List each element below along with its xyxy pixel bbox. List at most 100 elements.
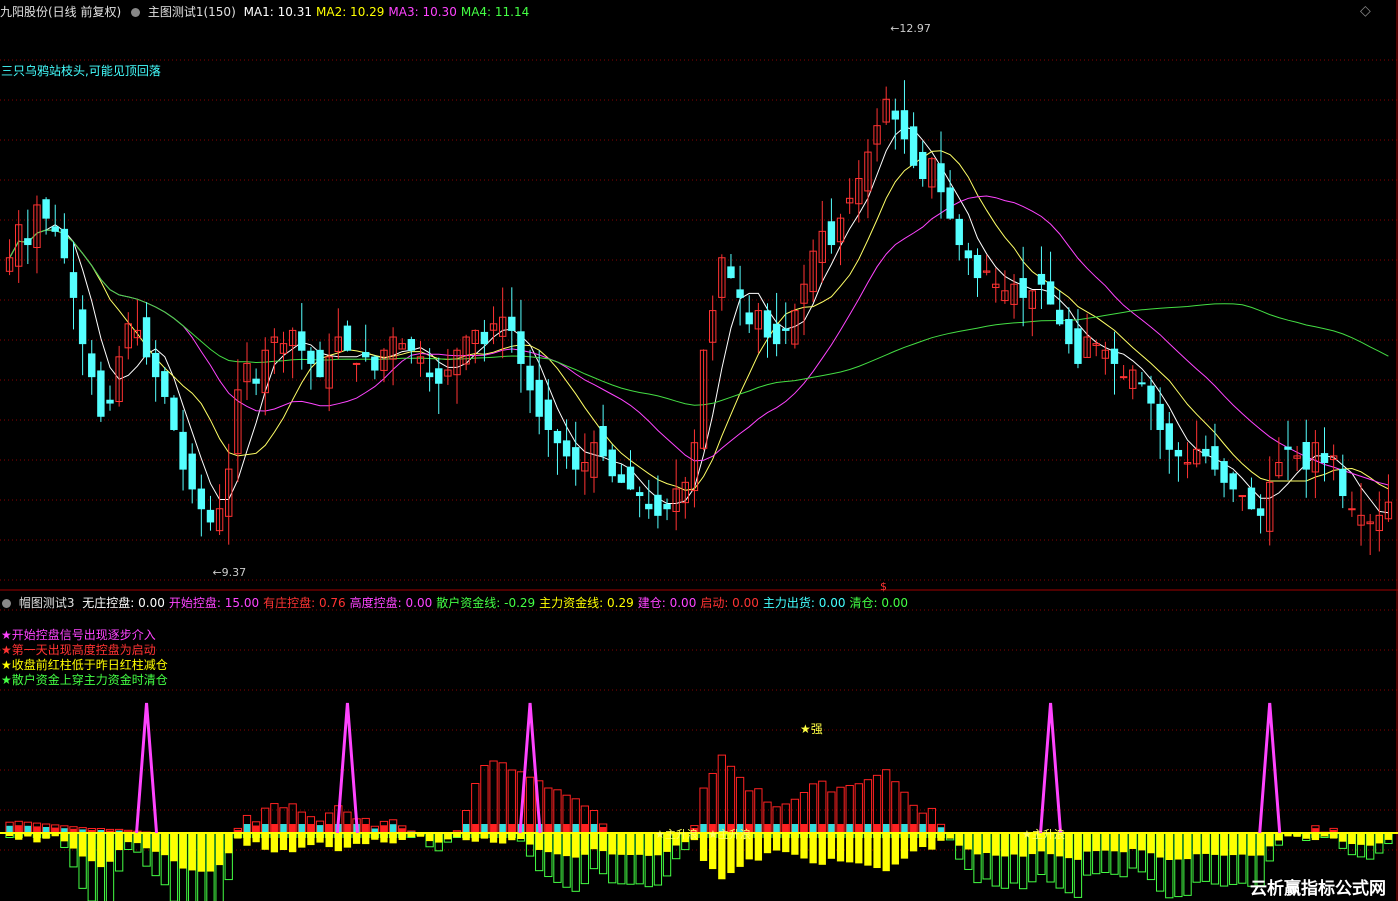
control-bar — [489, 760, 498, 834]
sub-value-1: 开始控盘: 15.00 — [168, 596, 260, 610]
candle-body — [973, 254, 982, 279]
main-fund-bar — [298, 833, 306, 848]
candle-body — [1138, 382, 1146, 385]
main-fund-bar — [982, 833, 991, 854]
stock-title[interactable]: 九阳股份(日线 前复权) — [0, 5, 121, 19]
diamond-icon[interactable]: ◇ — [1360, 3, 1371, 19]
control-inner-bar — [572, 824, 579, 833]
main-fund-bar — [900, 833, 909, 859]
main-fund-bar — [800, 833, 808, 859]
main-fund-bar — [142, 833, 151, 849]
main-indicator-name[interactable]: 主图测试1(150) — [148, 5, 236, 19]
main-fund-bar — [553, 833, 562, 855]
control-inner-bar — [755, 824, 762, 833]
control-inner-bar — [928, 824, 936, 833]
candle-body — [964, 250, 973, 259]
main-fund-bar — [362, 833, 370, 845]
main-fund-bar — [334, 833, 342, 852]
candle-body — [599, 426, 607, 457]
main-fund-bar — [1247, 833, 1256, 856]
control-bar — [498, 762, 507, 834]
legend-note-1: ★第一天出现高度控盘为启动 — [1, 643, 156, 657]
main-fund-bar — [1165, 833, 1173, 860]
control-inner-bar — [24, 825, 32, 833]
control-inner-bar — [380, 825, 388, 833]
sub-value-7: 启动: 0.00 — [700, 596, 759, 610]
main-fund-bar — [882, 833, 890, 872]
main-fund-bar — [60, 833, 69, 842]
candle-body — [617, 474, 626, 483]
main-fund-bar — [133, 833, 142, 844]
control-bar — [480, 765, 489, 834]
strong-signal-label: ★强 — [800, 722, 823, 736]
main-fund-bar — [1384, 833, 1393, 840]
main-fund-bar — [307, 833, 315, 846]
candle-body — [480, 331, 489, 345]
sub-value-3: 高度控盘: 0.00 — [349, 596, 433, 610]
main-fund-bar — [1101, 833, 1110, 851]
main-fund-bar — [152, 833, 160, 852]
candle-body — [553, 430, 562, 444]
candle-body — [572, 447, 580, 470]
main-fund-bar — [270, 833, 279, 853]
control-inner-bar — [462, 824, 470, 833]
sub-indicator-name[interactable]: 帽图测试3 — [19, 596, 75, 610]
main-fund-bar — [599, 833, 607, 852]
main-fund-bar — [115, 833, 123, 851]
main-fund-bar — [425, 833, 434, 842]
control-bar — [726, 765, 736, 834]
main-fund-bar — [791, 833, 799, 855]
main-fund-bar — [215, 833, 224, 866]
main-fund-bar — [928, 833, 936, 850]
control-inner-bar — [837, 824, 844, 833]
main-fund-bar — [78, 833, 87, 857]
control-start-spike — [335, 702, 359, 834]
main-fund-bar — [855, 833, 863, 864]
control-inner-bar — [307, 824, 315, 833]
main-fund-bar — [1129, 833, 1137, 849]
control-inner-bar — [901, 824, 908, 833]
candle-body — [78, 309, 87, 345]
main-fund-bar — [1238, 833, 1246, 855]
candle-body — [352, 362, 361, 365]
candle-body — [772, 323, 781, 345]
ma-line-2 — [9, 150, 1389, 491]
main-fund-bar — [846, 833, 854, 863]
control-inner-bar — [590, 824, 598, 833]
ma-value-1: MA2: 10.29 — [316, 5, 385, 19]
candle-body — [1348, 508, 1356, 511]
candle-body — [362, 352, 370, 358]
control-inner-bar — [526, 824, 534, 833]
main-fund-bar — [891, 833, 899, 865]
candle-body — [727, 266, 735, 279]
control-inner-bar — [919, 824, 926, 833]
candle-body — [1284, 446, 1292, 450]
control-inner-bar — [298, 824, 305, 833]
sub-indicator-toggle-icon[interactable] — [2, 599, 11, 608]
candle-body — [1339, 468, 1347, 497]
control-inner-bar — [782, 824, 789, 833]
dollar-marker: $ — [880, 580, 887, 593]
main-fund-bar — [489, 833, 498, 843]
main-rise-signal: ★主升浪 — [1022, 827, 1065, 841]
watermark: 云析赢指标公式网 — [1250, 879, 1386, 899]
control-inner-bar — [791, 824, 799, 833]
main-fund-bar — [1339, 833, 1347, 842]
stock-chart[interactable]: ←12.97 ←9.37 $ ★强 ★主升浪 ★主升浪 ★主升浪 — [0, 0, 1398, 901]
main-fund-bar — [1202, 833, 1210, 854]
legend-note-3: ★散户资金上穿主力资金时清仓 — [1, 673, 168, 687]
control-start-spike — [1258, 702, 1282, 834]
candle-body — [188, 453, 196, 490]
control-inner-bar — [828, 824, 835, 833]
main-fund-bar — [763, 833, 772, 854]
chart-labels: ←12.97 ←9.37 $ ★强 ★主升浪 ★主升浪 ★主升浪 — [212, 22, 1064, 841]
indicator-toggle-icon[interactable] — [131, 8, 141, 17]
main-fund-bar — [1366, 833, 1374, 846]
candle-body — [1065, 319, 1073, 345]
candle-body — [1247, 487, 1256, 510]
main-fund-bar — [772, 833, 781, 851]
control-inner-bar — [499, 824, 506, 833]
control-inner-bar — [773, 824, 780, 833]
candle-body — [307, 350, 315, 364]
control-inner-bar — [243, 824, 251, 833]
